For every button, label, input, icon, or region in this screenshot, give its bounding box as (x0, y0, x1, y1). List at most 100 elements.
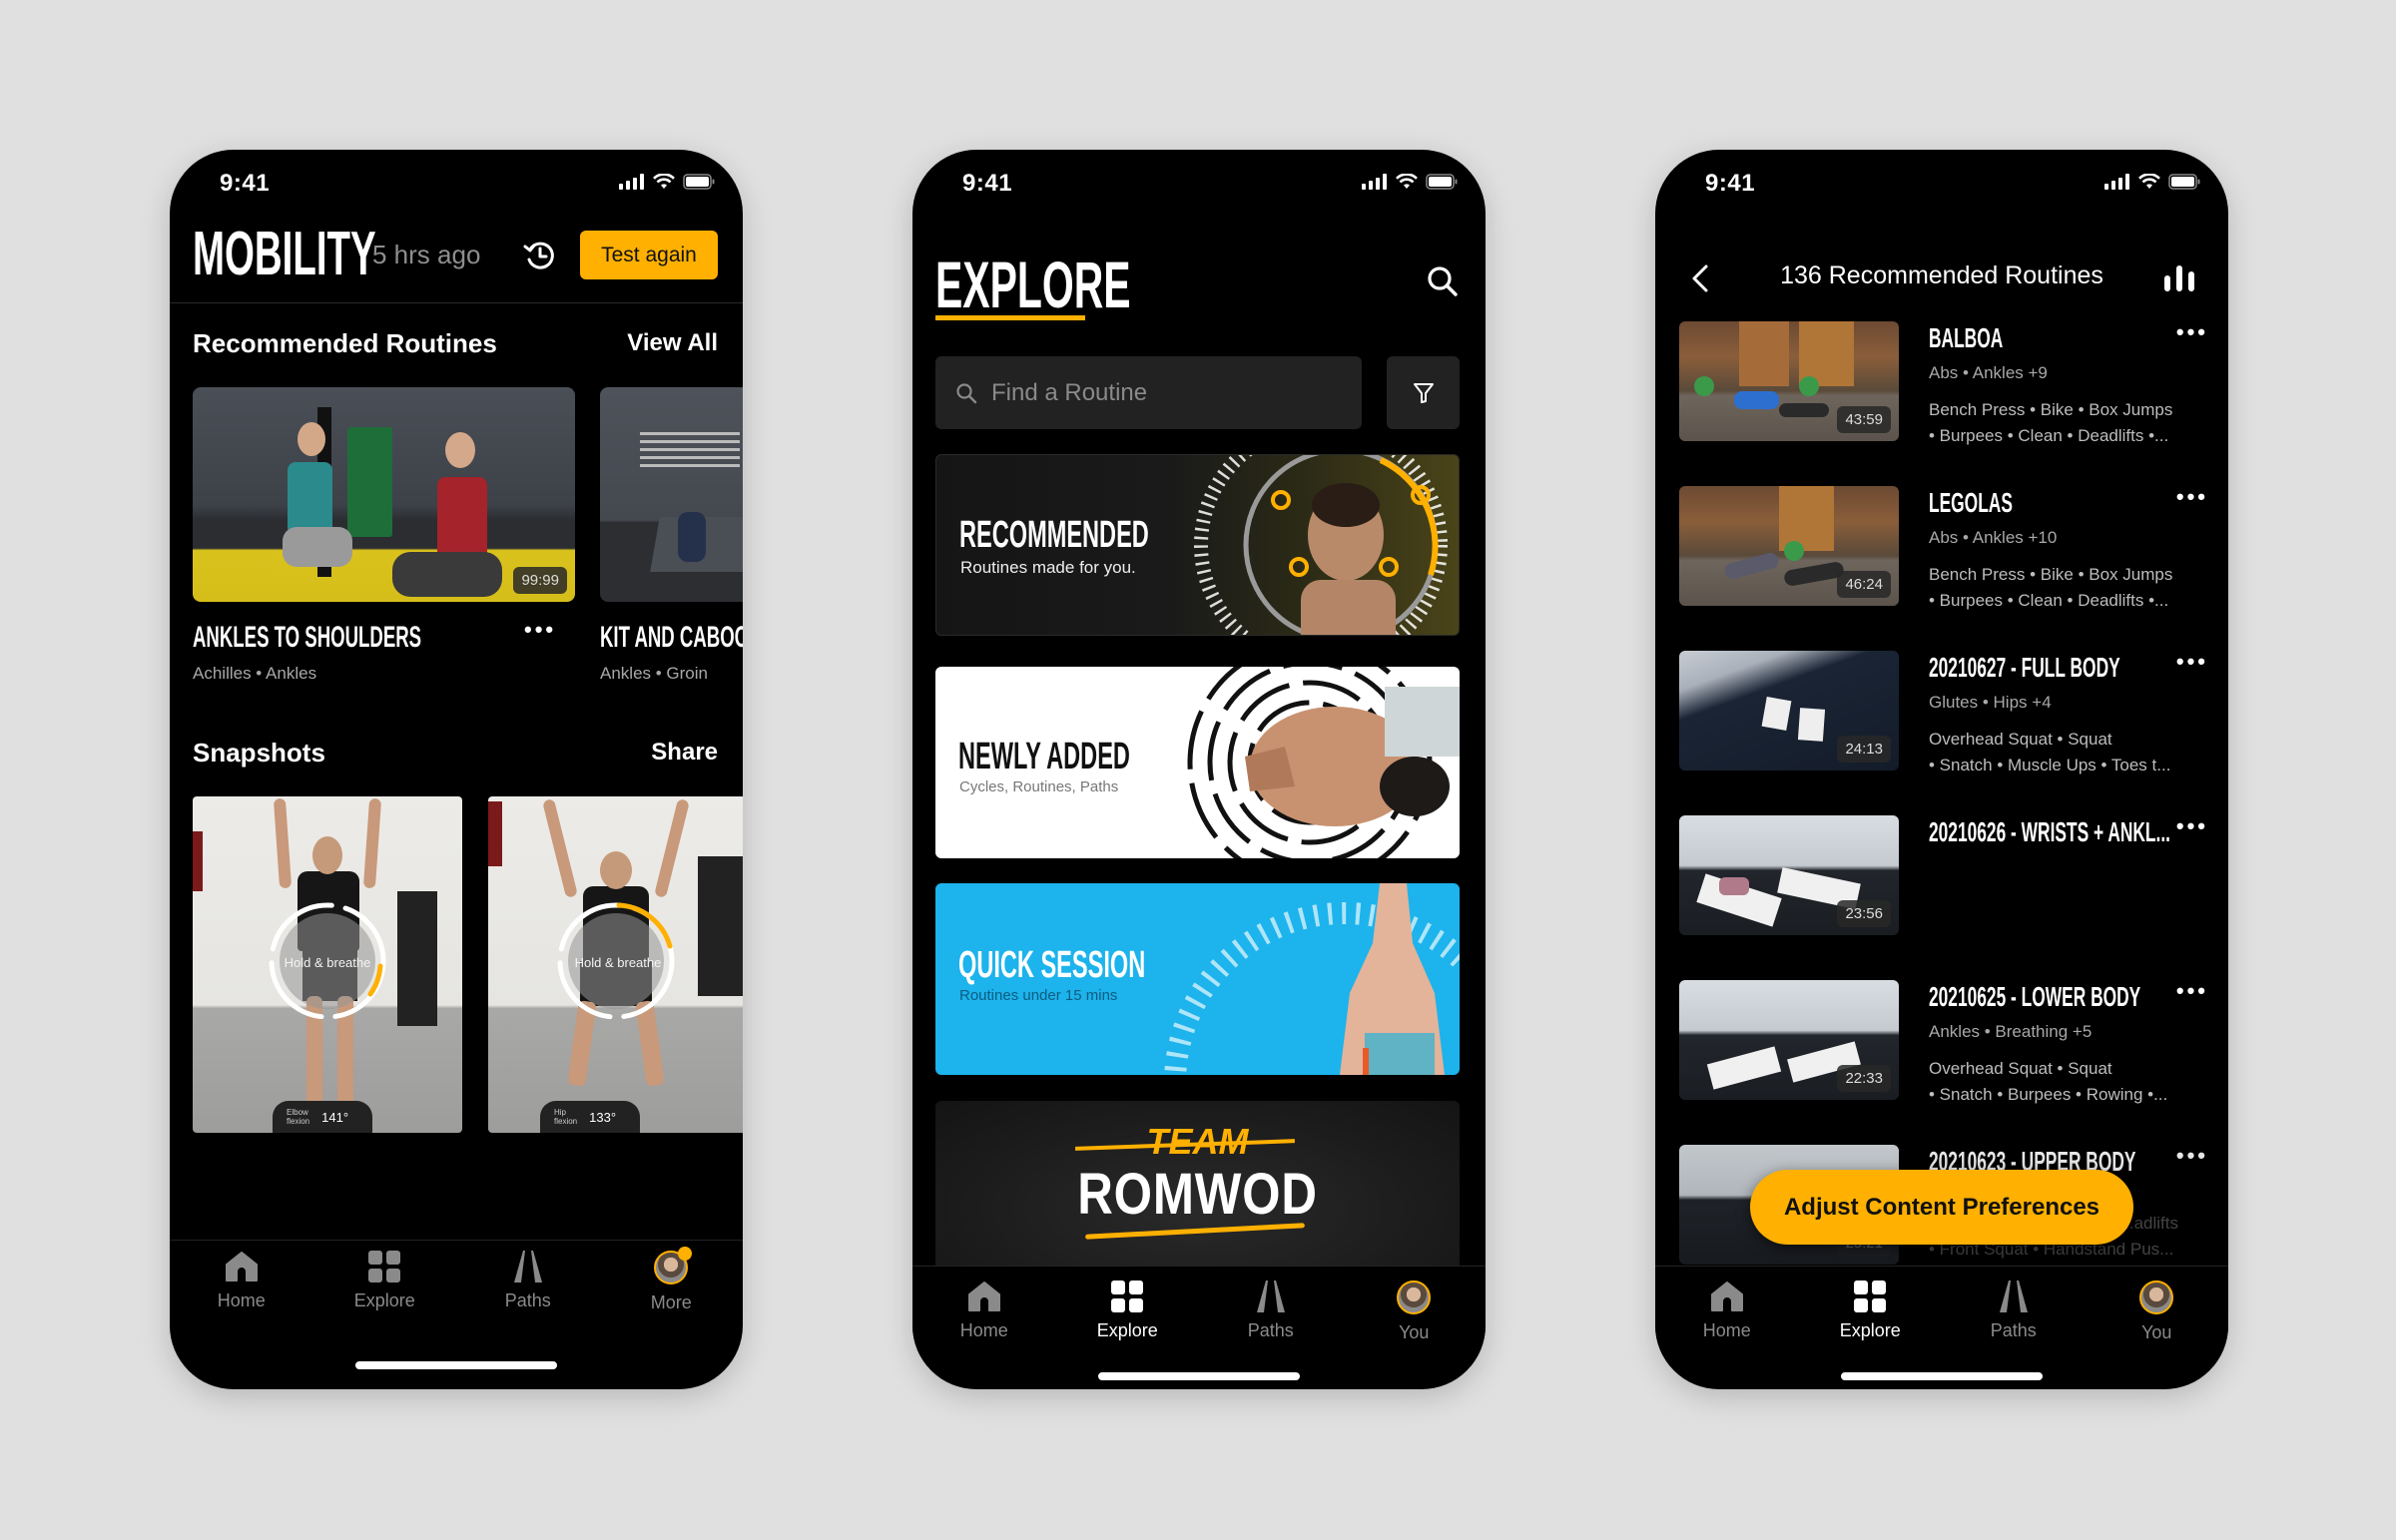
tab-label: Paths (504, 1290, 551, 1310)
search-icon (956, 382, 977, 403)
tab-more[interactable]: More (600, 1247, 744, 1313)
search-icon[interactable] (1426, 264, 1460, 298)
tab-you[interactable]: You (1343, 1281, 1487, 1366)
tab-home[interactable]: Home (1655, 1281, 1799, 1366)
tab-label: Home (217, 1290, 266, 1310)
exercise-line: • Snatch • Burpees • Rowing •... (1929, 1085, 2168, 1104)
more-options-icon[interactable]: ••• (2176, 319, 2208, 345)
wifi-icon (2138, 174, 2160, 189)
person-head (445, 432, 475, 468)
signal-icon (619, 174, 644, 190)
divider (170, 302, 743, 303)
routine-card-tags: Achilles • Ankles (193, 664, 317, 683)
tab-paths[interactable]: Paths (1199, 1281, 1343, 1366)
filter-button[interactable] (1387, 356, 1460, 429)
banner-newly-added[interactable]: NEWLY ADDED Cycles, Routines, Paths (935, 667, 1460, 858)
tab-paths[interactable]: Paths (456, 1251, 600, 1313)
banner-subtitle: Cycles, Routines, Paths (959, 778, 1119, 795)
banner-graphic (1194, 455, 1448, 635)
more-options-icon[interactable]: ••• (2176, 484, 2208, 510)
banner-quick-session[interactable]: QUICK SESSION Routines under 15 mins (935, 883, 1460, 1075)
tab-explore[interactable]: Explore (1799, 1281, 1943, 1366)
sort-stats-icon[interactable] (2162, 263, 2196, 293)
search-input[interactable] (991, 378, 1331, 407)
person-legs (392, 552, 502, 597)
more-options-icon[interactable]: ••• (524, 617, 556, 643)
tab-explore[interactable]: Explore (313, 1251, 457, 1313)
exercise-line: Bench Press • Bike • Box Jumps (1929, 400, 2173, 419)
snapshot-image[interactable]: Hold & breathe Hip flexion 133° (488, 796, 743, 1133)
search-field[interactable] (935, 356, 1362, 429)
test-again-button[interactable]: Test again (580, 231, 718, 279)
metric-value: 141° (321, 1109, 349, 1125)
filter-icon (1413, 382, 1434, 403)
avatar (1397, 1281, 1432, 1314)
tab-bar: Home Explore Paths You (1655, 1267, 2228, 1366)
routine-list-item[interactable]: 22:33 20210625 - LOWER BODY ••• Ankles •… (1679, 978, 2208, 1104)
routine-list-item[interactable]: 23:56 20210626 - WRISTS + ANKL... ••• (1679, 813, 2208, 935)
history-icon[interactable] (522, 238, 558, 273)
person-red-top (437, 477, 487, 557)
adjust-content-preferences-button[interactable]: Adjust Content Preferences (1750, 1170, 2133, 1245)
routine-title: BALBOA (1929, 322, 2004, 353)
more-options-icon[interactable]: ••• (2176, 649, 2208, 675)
wifi-icon (653, 174, 675, 189)
routine-card-title[interactable]: KIT AND CABOODLE (600, 622, 743, 654)
more-options-icon[interactable]: ••• (2176, 813, 2208, 839)
tab-home[interactable]: Home (912, 1281, 1056, 1366)
routine-title: 20210625 - LOWER BODY (1929, 981, 2141, 1012)
snapshots-heading: Snapshots (193, 738, 325, 768)
nav-header: 136 Recommended Routines (1655, 250, 2228, 299)
banner-graphic (1187, 667, 1460, 858)
view-all-link[interactable]: View All (627, 329, 718, 357)
routine-list-item[interactable]: 43:59 BALBOA ••• Abs • Ankles +9 Bench P… (1679, 319, 2208, 445)
more-options-icon[interactable]: ••• (2176, 1143, 2208, 1169)
plate-decor (1799, 376, 1819, 396)
more-options-icon[interactable]: ••• (2176, 978, 2208, 1004)
metric-label: flexion (554, 1117, 578, 1126)
mat (1797, 708, 1826, 742)
tab-home[interactable]: Home (170, 1251, 313, 1313)
routine-tags: Glutes • Hips +4 (1929, 693, 2052, 712)
avatar (2139, 1281, 2174, 1314)
routine-card-title[interactable]: ANKLES TO SHOULDERS (193, 622, 421, 654)
door-decor (1739, 321, 1789, 386)
metric-label: Hip (554, 1108, 567, 1117)
routine-card-thumbnail[interactable] (600, 387, 743, 602)
person-arm (542, 798, 578, 898)
person-stretch (1722, 551, 1781, 581)
share-link[interactable]: Share (651, 739, 718, 767)
metric-pill: Elbow flexion 141° (273, 1101, 372, 1133)
person-arm (273, 797, 293, 889)
wifi-icon (1396, 174, 1418, 189)
routine-title: 20210627 - FULL BODY (1929, 652, 2120, 683)
routine-exercises: Bench Press • Bike • Box Jumps • Burpees… (1929, 397, 2198, 449)
banner-graphic (1164, 883, 1460, 1075)
barbell-rack (640, 432, 740, 435)
routine-list-item[interactable]: 24:13 20210627 - FULL BODY ••• Glutes • … (1679, 649, 2208, 774)
person-head (312, 836, 342, 874)
tab-paths[interactable]: Paths (1942, 1281, 2086, 1366)
metric-value: 133° (589, 1109, 617, 1125)
plate-decor (1784, 541, 1804, 561)
exercise-line: • Snatch • Muscle Ups • Toes t... (1929, 756, 2171, 774)
tab-you[interactable]: You (2086, 1281, 2229, 1366)
snapshot-image[interactable]: Hold & breathe Elbow flexion 141° (193, 796, 462, 1133)
person-head (298, 422, 325, 456)
snapshot-overlay-text: Hold & breathe (574, 955, 662, 970)
status-time: 9:41 (962, 170, 1013, 197)
notification-badge (678, 1247, 693, 1261)
tab-label: Home (959, 1320, 1008, 1340)
routine-list-item[interactable]: 46:24 LEGOLAS ••• Abs • Ankles +10 Bench… (1679, 484, 2208, 610)
banner-recommended[interactable]: RECOMMENDED Routines made for you. (935, 454, 1460, 636)
routine-card-thumbnail[interactable]: 99:99 (193, 387, 575, 602)
routine-card-tags: Ankles • Groin (600, 664, 708, 683)
tab-explore[interactable]: Explore (1056, 1281, 1200, 1366)
title-underline (935, 315, 1085, 320)
last-tested-time: 5 hrs ago (372, 240, 481, 269)
person-legs (283, 527, 352, 567)
banner-team-romwod[interactable]: TEAM ROMWOD (935, 1101, 1460, 1281)
person-legs (678, 512, 706, 562)
paths-icon (1999, 1281, 2028, 1312)
metric-label: flexion (287, 1117, 310, 1126)
